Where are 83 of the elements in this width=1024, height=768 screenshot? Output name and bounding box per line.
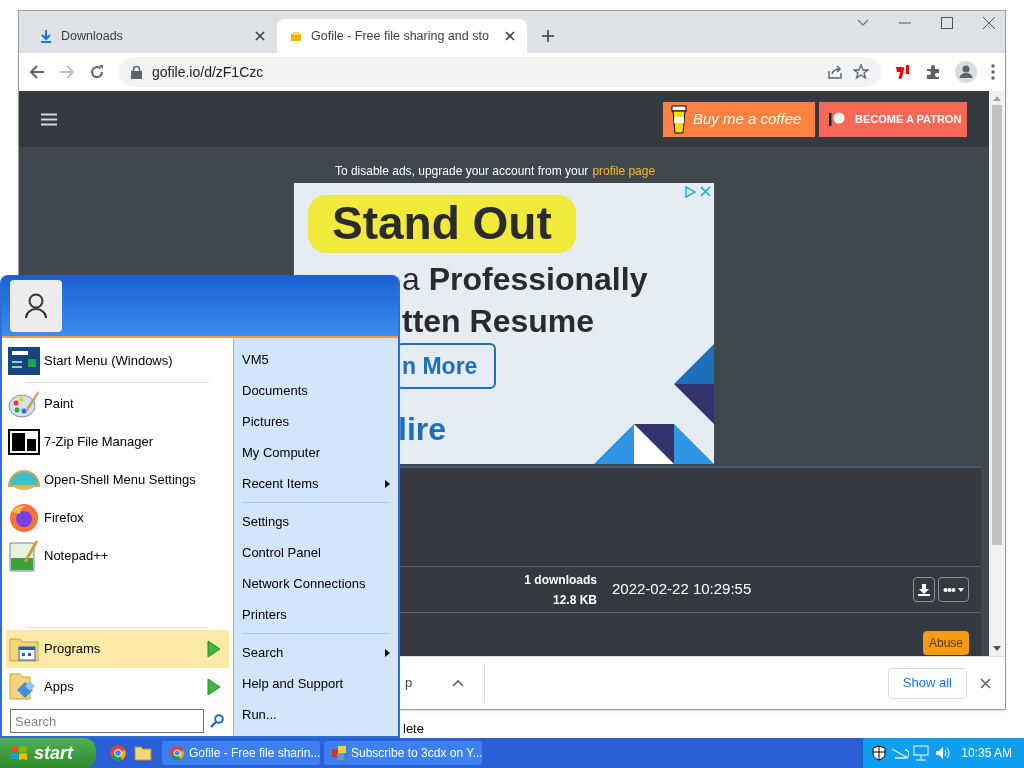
start-menu-link[interactable]: Network Connections <box>242 568 390 599</box>
download-count: 1 downloads <box>524 571 597 589</box>
browser-tab[interactable]: Gofile - Free file sharing and sto <box>277 19 527 53</box>
close-icon[interactable] <box>505 31 515 41</box>
folder-icon <box>289 29 303 43</box>
ad-brand: lire <box>398 410 447 449</box>
search-field[interactable]: Search <box>10 709 204 733</box>
ad-text: tten Resume <box>402 302 595 341</box>
scrollbar[interactable] <box>989 91 1005 656</box>
browser-app-icon[interactable] <box>110 745 126 761</box>
notepad-icon <box>8 540 40 572</box>
play-arrow-icon <box>207 640 221 658</box>
start-menu-item[interactable]: Start Menu (Windows) <box>6 342 229 380</box>
start-menu-item[interactable]: 7-Zip File Manager <box>6 423 229 461</box>
more-button[interactable] <box>938 577 969 602</box>
start-menu-item[interactable]: Notepad++ <box>6 537 229 575</box>
file-size: 12.8 KB <box>552 591 597 609</box>
browser-app-icon <box>8 503 40 533</box>
close-icon[interactable] <box>983 17 995 29</box>
start-menu-item[interactable]: Paint <box>6 385 229 423</box>
palette-icon <box>8 389 40 419</box>
notice-text: To disable ads, upgrade your account from your <box>334 163 589 180</box>
start-menu-folder[interactable]: Programs <box>6 630 229 668</box>
ad-text: a Professionally <box>402 260 648 299</box>
download-icon <box>918 583 930 596</box>
profile-page-link[interactable]: profile page <box>592 162 656 180</box>
close-icon[interactable] <box>255 31 265 41</box>
chevron-down-icon[interactable] <box>857 19 869 27</box>
archive-app-icon <box>8 429 40 455</box>
folder-icon <box>8 635 40 663</box>
scroll-down-icon[interactable] <box>993 646 1001 651</box>
status-text: lete <box>403 720 424 738</box>
start-menu-app-icon <box>8 347 40 375</box>
ad-headline: Stand Out <box>308 195 576 253</box>
scrollbar-thumb[interactable] <box>992 105 1002 545</box>
play-arrow-icon <box>207 678 221 696</box>
search-icon[interactable] <box>210 714 224 728</box>
puzzle-icon[interactable] <box>925 64 941 80</box>
profile-icon[interactable] <box>955 61 977 83</box>
cup-icon <box>671 104 687 134</box>
maximize-icon[interactable] <box>941 17 953 29</box>
dots-caret-icon <box>942 586 965 593</box>
lock-icon <box>131 65 142 79</box>
window-app-icon <box>332 746 346 760</box>
download-filename[interactable]: p <box>405 673 413 693</box>
start-menu-item[interactable]: Open-Shell Menu Settings <box>6 461 229 499</box>
windows-logo-icon <box>10 744 28 762</box>
plus-icon[interactable] <box>541 29 555 43</box>
download-button[interactable] <box>913 577 935 602</box>
start-menu-link[interactable]: Run... <box>242 699 390 730</box>
reload-icon[interactable] <box>89 64 105 80</box>
submenu-arrow-icon <box>385 479 390 488</box>
clock: 10:35 AM <box>961 745 1012 762</box>
submenu-arrow-icon <box>385 648 390 657</box>
shield-icon[interactable] <box>871 745 887 761</box>
taskbar-button[interactable]: Gofile - Free file sharin... <box>162 741 320 765</box>
address-bar[interactable]: gofile.io/d/zF1Czc <box>119 57 881 87</box>
browser-app-icon <box>170 746 184 760</box>
abuse-button[interactable]: Abuse <box>922 631 969 655</box>
browser-tab[interactable]: Downloads <box>27 19 277 53</box>
show-all-button[interactable]: Show all <box>887 667 967 699</box>
download-icon <box>39 29 53 43</box>
share-icon[interactable] <box>827 64 843 80</box>
folder-icon[interactable] <box>134 745 152 761</box>
start-menu-link[interactable]: Settings <box>242 506 390 537</box>
start-menu-link[interactable]: Printers <box>242 599 390 630</box>
start-menu-link[interactable]: Search <box>242 637 390 668</box>
speaker-icon[interactable] <box>935 746 951 760</box>
more-options-icon[interactable] <box>991 64 995 80</box>
start-menu-folder[interactable]: Apps <box>6 668 229 706</box>
start-menu-link[interactable]: Recent Items <box>242 468 390 499</box>
patreon-logo-icon <box>829 112 845 126</box>
start-menu-link[interactable]: Control Panel <box>242 537 390 568</box>
caret-up-icon[interactable] <box>452 679 465 687</box>
menu-icon[interactable] <box>41 112 57 126</box>
user-avatar[interactable] <box>10 279 62 332</box>
start-menu-item[interactable]: Firefox <box>6 499 229 537</box>
star-icon[interactable] <box>853 64 869 80</box>
back-arrow-icon[interactable] <box>29 64 45 80</box>
taskbar-button[interactable]: Subscribe to 3cdx on Y... <box>324 741 482 765</box>
start-menu-link[interactable]: Help and Support <box>242 668 390 699</box>
close-icon[interactable] <box>980 677 991 689</box>
upload-date: 2022-02-22 10:29:55 <box>612 579 752 600</box>
